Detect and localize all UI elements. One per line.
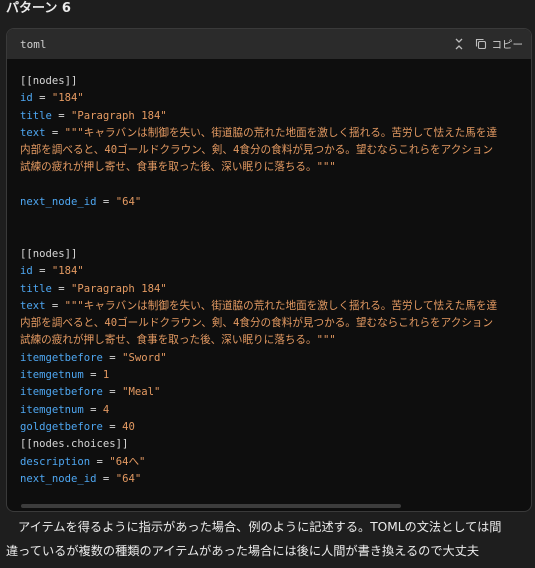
code-value: """キャラバンは制御を失い、街道脇の荒れた地面を激しく揺れる。苦労して怯えた馬…: [64, 299, 498, 312]
code-value: "Sword": [122, 351, 167, 364]
code-value: 40: [122, 420, 135, 433]
code-punct: =: [32, 92, 52, 105]
code-line: itemgetbefore = "Sword": [20, 350, 531, 367]
code-key: itemgetbefore: [20, 386, 103, 399]
code-line: text = """キャラバンは制御を失い、街道脇の荒れた地面を激しく揺れる。苦…: [20, 298, 531, 315]
code-line: id = "184": [20, 263, 531, 280]
code-key: description: [20, 455, 91, 468]
code-punct: =: [51, 282, 72, 295]
code-content: [[nodes]] id = "184" title = "Paragraph 18…: [7, 59, 531, 511]
code-line: 内部を調べると、40ゴールドクラウン、剣、4食分の食料が見つかる。望むならこれら…: [20, 315, 531, 332]
code-punct: =: [102, 420, 123, 433]
code-value: "64": [115, 196, 142, 209]
code-line: 試練の疲れが押し寄せ、食事を取った後、深い眠りに落ちる。""": [20, 159, 531, 176]
code-punct: =: [83, 403, 103, 416]
code-line: itemgetnum = 4: [20, 402, 531, 419]
code-key: title: [20, 109, 52, 122]
copy-icon: [475, 38, 487, 50]
code-value: "Paragraph 184": [71, 282, 167, 295]
paragraph-line: 違っているが複数の種類のアイテムがあった場合には後に人間が書き換えるので大丈夫: [6, 544, 480, 558]
code-value: "184": [51, 92, 84, 105]
code-key: next_node_id: [20, 196, 97, 209]
code-punct: =: [96, 472, 116, 485]
code-punct: =: [96, 196, 116, 209]
code-line: itemgetnum = 1: [20, 367, 531, 384]
code-value: 試練の疲れが押し寄せ、食事を取った後、深い眠りに落ちる。""": [20, 334, 336, 347]
code-key: goldgetbefore: [20, 420, 103, 433]
code-punct: =: [45, 299, 65, 312]
code-punct: [[nodes]]: [20, 247, 78, 260]
code-block-header: toml コピー: [7, 29, 531, 59]
code-value: "Paragraph 184": [71, 109, 167, 122]
code-punct: =: [102, 386, 123, 399]
code-line: next_node_id = "64": [20, 194, 531, 211]
code-line: [[nodes.choices]]: [20, 436, 531, 453]
code-key: next_node_id: [20, 472, 97, 485]
code-punct: [[nodes.choices]]: [20, 438, 129, 451]
code-punct: [[nodes]]: [20, 75, 78, 87]
code-value: 1: [102, 369, 110, 382]
explanation-paragraph: アイテムを得るように指示があった場合、例のように記述する。TOMLの文法としては…: [6, 515, 530, 563]
code-value: 内部を調べると、40ゴールドクラウン、剣、4食分の食料が見つかる。望むならこれら…: [20, 144, 494, 157]
code-punct: =: [83, 369, 103, 382]
code-key: itemgetbefore: [20, 351, 103, 364]
code-key: title: [20, 282, 52, 295]
code-block: toml コピー [[nodes]] id = "184" title = "Par…: [6, 28, 532, 512]
code-key: itemgetnum: [20, 369, 84, 382]
code-value: "64へ": [109, 455, 146, 468]
code-value: 4: [102, 403, 110, 416]
code-line: 内部を調べると、40ゴールドクラウン、剣、4食分の食料が見つかる。望むならこれら…: [20, 142, 531, 159]
horizontal-scrollbar[interactable]: [21, 504, 401, 508]
copy-button[interactable]: コピー: [475, 37, 524, 52]
code-value: 試練の疲れが押し寄せ、食事を取った後、深い眠りに落ちる。""": [20, 161, 336, 174]
code-line: title = "Paragraph 184": [20, 108, 531, 125]
code-line: itemgetbefore = "Meal": [20, 384, 531, 401]
code-punct: =: [102, 351, 123, 364]
code-key: itemgetnum: [20, 403, 84, 416]
code-value: "Meal": [122, 386, 161, 399]
code-key: text: [20, 299, 46, 312]
code-line: title = "Paragraph 184": [20, 281, 531, 298]
code-line: description = "64へ": [20, 454, 531, 471]
section-heading: パターン 6: [6, 1, 71, 16]
code-value: 内部を調べると、40ゴールドクラウン、剣、4食分の食料が見つかる。望むならこれら…: [20, 317, 494, 330]
code-key: id: [20, 265, 33, 278]
code-line: id = "184": [20, 90, 531, 107]
code-key: id: [20, 92, 33, 105]
copy-label: コピー: [491, 38, 524, 51]
collapse-icon[interactable]: [453, 38, 465, 50]
code-key: text: [20, 126, 46, 139]
code-block-actions: コピー: [453, 37, 524, 52]
code-line: next_node_id = "64": [20, 471, 531, 488]
code-line: [[nodes]]: [20, 246, 531, 263]
code-language-label: toml: [20, 37, 47, 51]
paragraph-line: アイテムを得るように指示があった場合、例のように記述する。TOMLの文法としては…: [18, 520, 502, 534]
code-line: 試練の疲れが押し寄せ、食事を取った後、深い眠りに落ちる。""": [20, 332, 531, 349]
code-punct: =: [32, 265, 52, 278]
code-punct: =: [90, 455, 110, 468]
code-punct: =: [51, 109, 72, 122]
code-line: goldgetbefore = 40: [20, 419, 531, 436]
code-value: "184": [51, 265, 84, 278]
code-line: text = """キャラバンは制御を失い、街道脇の荒れた地面を激しく揺れる。苦…: [20, 125, 531, 142]
code-value: """キャラバンは制御を失い、街道脇の荒れた地面を激しく揺れる。苦労して怯えた馬…: [64, 126, 498, 139]
code-value: "64": [115, 472, 142, 485]
code-line: [[nodes]]: [20, 73, 531, 90]
code-punct: =: [45, 126, 65, 139]
